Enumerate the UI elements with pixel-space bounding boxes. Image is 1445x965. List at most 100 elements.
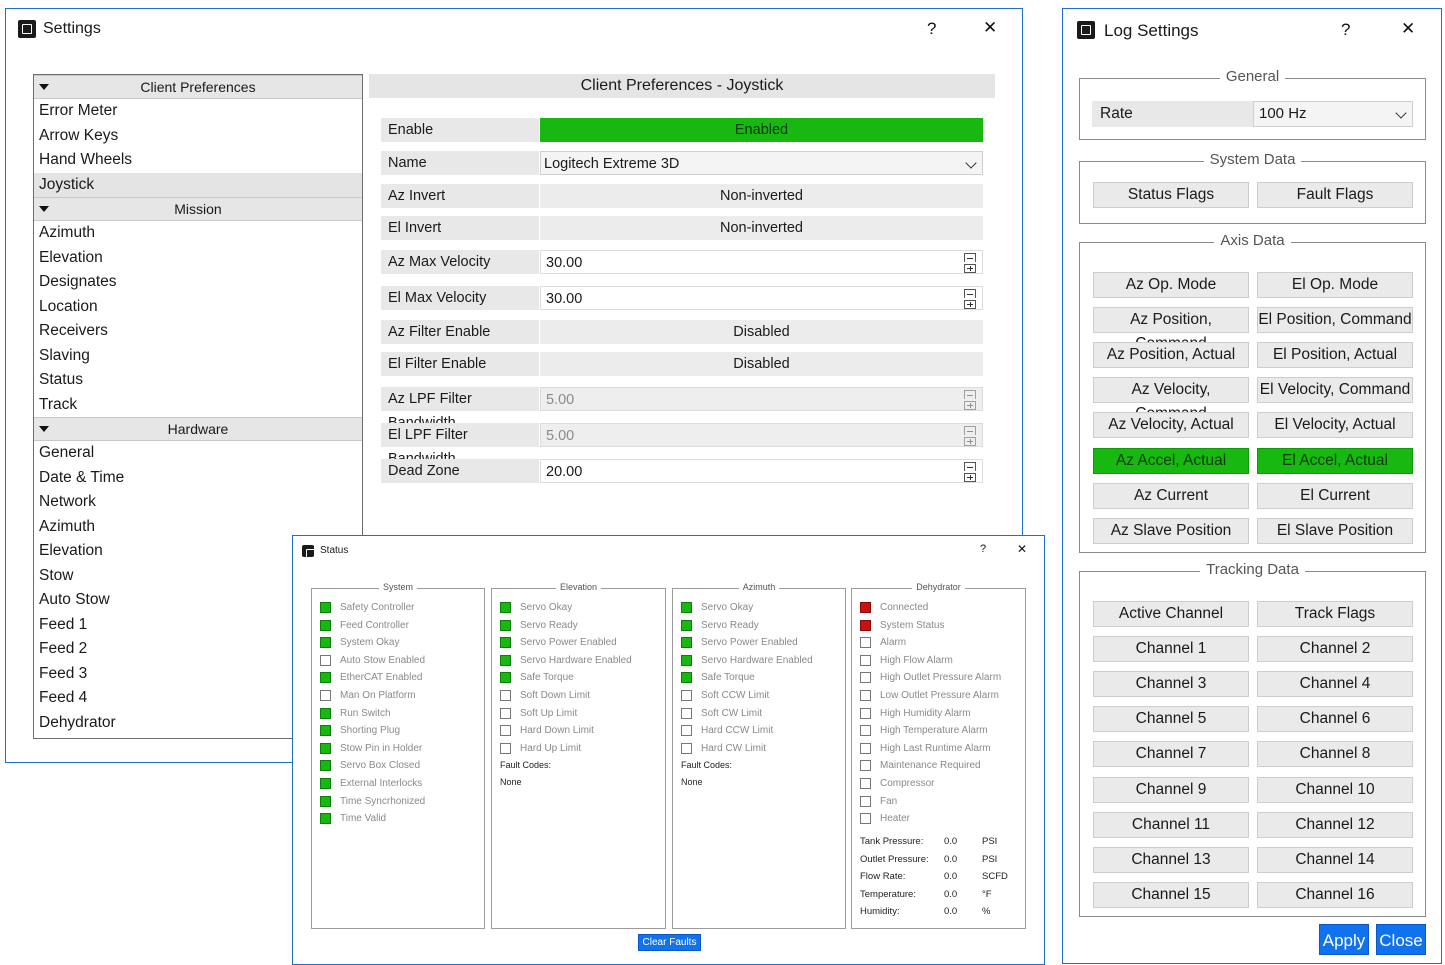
- spinner-icon[interactable]: [961, 253, 979, 273]
- spinner-icon[interactable]: [961, 426, 979, 446]
- nav-item-track[interactable]: Track: [34, 393, 362, 418]
- az-position-actual-button[interactable]: Az Position, Actual: [1093, 342, 1249, 369]
- nav-item-receivers[interactable]: Receivers: [34, 319, 362, 344]
- channel-2-button[interactable]: Channel 2: [1257, 636, 1413, 663]
- nav-group-label: Mission: [174, 201, 222, 217]
- close-button[interactable]: ✕: [1401, 19, 1415, 39]
- group-title: Azimuth: [673, 582, 845, 592]
- channel-11-button[interactable]: Channel 11: [1093, 811, 1249, 838]
- status-label: Man On Platform: [340, 690, 416, 701]
- channel-13-button[interactable]: Channel 13: [1093, 846, 1249, 873]
- nav-item-slaving[interactable]: Slaving: [34, 344, 362, 369]
- window-title: Status: [320, 545, 349, 556]
- tracking-data-group: Tracking Data Active Channel Track Flags C…: [1079, 561, 1426, 917]
- nav-item-elevation[interactable]: Elevation: [34, 246, 362, 271]
- spinner-icon[interactable]: [961, 462, 979, 482]
- channel-4-button[interactable]: Channel 4: [1257, 671, 1413, 698]
- status-flags-button[interactable]: Status Flags: [1093, 182, 1249, 208]
- channel-15-button[interactable]: Channel 15: [1093, 881, 1249, 908]
- channel-7-button[interactable]: Channel 7: [1093, 741, 1249, 768]
- close-button[interactable]: ✕: [983, 18, 997, 38]
- nav-item-error-meter[interactable]: Error Meter: [34, 99, 362, 124]
- channel-1-button[interactable]: Channel 1: [1093, 636, 1249, 663]
- track-flags-button[interactable]: Track Flags: [1257, 601, 1413, 627]
- status-led-icon: [860, 619, 871, 631]
- el-current-button[interactable]: El Current: [1257, 482, 1413, 509]
- nav-group-hardware[interactable]: Hardware: [34, 417, 362, 441]
- az-velocity-command-button[interactable]: Az Velocity, Command: [1093, 377, 1249, 422]
- nav-group-label: Hardware: [167, 421, 229, 437]
- fault-codes-label: Fault Codes:: [500, 760, 552, 770]
- el-velocity-command-button[interactable]: El Velocity, Command: [1257, 377, 1413, 404]
- status-titlebar: Status ? ✕: [293, 536, 1044, 566]
- el-position-actual-button[interactable]: El Position, Actual: [1257, 342, 1413, 369]
- el-max-velocity-input[interactable]: 30.00: [540, 286, 983, 310]
- az-velocity-actual-button[interactable]: Az Velocity, Actual: [1093, 412, 1249, 439]
- apply-button[interactable]: Apply: [1319, 924, 1369, 955]
- channel-5-button[interactable]: Channel 5: [1093, 706, 1249, 733]
- channel-6-button[interactable]: Channel 6: [1257, 706, 1413, 733]
- az-max-velocity-input[interactable]: 30.00: [540, 250, 983, 274]
- enable-toggle[interactable]: Enabled: [540, 118, 983, 142]
- channel-3-button[interactable]: Channel 3: [1093, 671, 1249, 698]
- nav-item-arrow-keys[interactable]: Arrow Keys: [34, 124, 362, 149]
- nav-item-date-time[interactable]: Date & Time: [34, 466, 362, 491]
- spinner-icon[interactable]: [961, 289, 979, 309]
- status-led-icon: [860, 778, 871, 789]
- az-lpf-bandwidth-input[interactable]: 5.00: [540, 387, 983, 411]
- spinner-icon[interactable]: [961, 390, 979, 410]
- nav-item-network[interactable]: Network: [34, 490, 362, 515]
- nav-group-client-preferences[interactable]: Client Preferences: [34, 75, 362, 99]
- status-led-icon: [320, 778, 331, 789]
- channel-12-button[interactable]: Channel 12: [1257, 811, 1413, 838]
- nav-group-label: Client Preferences: [140, 79, 256, 95]
- active-channel-button[interactable]: Active Channel: [1093, 601, 1249, 627]
- nav-item-joystick[interactable]: Joystick: [34, 172, 362, 197]
- az-current-button[interactable]: Az Current: [1093, 482, 1249, 509]
- status-label: Hard CCW Limit: [701, 725, 774, 737]
- help-button[interactable]: ?: [1341, 20, 1350, 40]
- az-invert-toggle[interactable]: Non-inverted: [540, 184, 983, 208]
- status-led-icon: [320, 795, 331, 807]
- el-op-mode-button[interactable]: El Op. Mode: [1257, 272, 1413, 298]
- az-slave-position-button[interactable]: Az Slave Position: [1093, 517, 1249, 544]
- nav-item-hand-wheels[interactable]: Hand Wheels: [34, 148, 362, 173]
- az-filter-toggle[interactable]: Disabled: [540, 320, 983, 344]
- nav-item-location[interactable]: Location: [34, 295, 362, 320]
- row-az-max-velocity: Az Max Velocity 30.00: [381, 250, 983, 274]
- el-position-command-button[interactable]: El Position, Command: [1257, 307, 1413, 334]
- channel-14-button[interactable]: Channel 14: [1257, 846, 1413, 873]
- nav-item-status[interactable]: Status: [34, 368, 362, 393]
- nav-item-designates[interactable]: Designates: [34, 270, 362, 295]
- clear-faults-button[interactable]: Clear Faults: [638, 934, 701, 951]
- channel-10-button[interactable]: Channel 10: [1257, 776, 1413, 803]
- el-velocity-actual-button[interactable]: El Velocity, Actual: [1257, 412, 1413, 439]
- dead-zone-input[interactable]: 20.00: [540, 459, 983, 483]
- nav-item-general[interactable]: General: [34, 441, 362, 466]
- channel-8-button[interactable]: Channel 8: [1257, 741, 1413, 768]
- el-lpf-bandwidth-input[interactable]: 5.00: [540, 423, 983, 447]
- close-dialog-button[interactable]: Close: [1376, 924, 1426, 955]
- close-button[interactable]: ✕: [1017, 542, 1027, 556]
- dropdown-value: 100 Hz: [1259, 105, 1307, 122]
- el-slave-position-button[interactable]: El Slave Position: [1257, 517, 1413, 544]
- row-name: Name Logitech Extreme 3D: [381, 151, 983, 175]
- fault-flags-button[interactable]: Fault Flags: [1257, 182, 1413, 208]
- name-dropdown[interactable]: Logitech Extreme 3D: [540, 151, 983, 175]
- status-label: EtherCAT Enabled: [340, 672, 423, 684]
- nav-group-mission[interactable]: Mission: [34, 197, 362, 221]
- channel-16-button[interactable]: Channel 16: [1257, 881, 1413, 908]
- channel-9-button[interactable]: Channel 9: [1093, 776, 1249, 803]
- nav-item-azimuth[interactable]: Azimuth: [34, 221, 362, 246]
- help-button[interactable]: ?: [980, 543, 986, 555]
- el-accel-actual-button[interactable]: El Accel, Actual: [1257, 447, 1413, 474]
- el-invert-toggle[interactable]: Non-inverted: [540, 216, 983, 240]
- input-value: 20.00: [546, 464, 583, 480]
- az-accel-actual-button[interactable]: Az Accel, Actual: [1093, 447, 1249, 474]
- el-filter-toggle[interactable]: Disabled: [540, 352, 983, 376]
- collapse-arrow-icon: [39, 206, 49, 212]
- az-position-command-button[interactable]: Az Position, Command: [1093, 307, 1249, 352]
- az-op-mode-button[interactable]: Az Op. Mode: [1093, 272, 1249, 298]
- rate-dropdown[interactable]: 100 Hz: [1253, 101, 1413, 127]
- help-button[interactable]: ?: [927, 19, 936, 39]
